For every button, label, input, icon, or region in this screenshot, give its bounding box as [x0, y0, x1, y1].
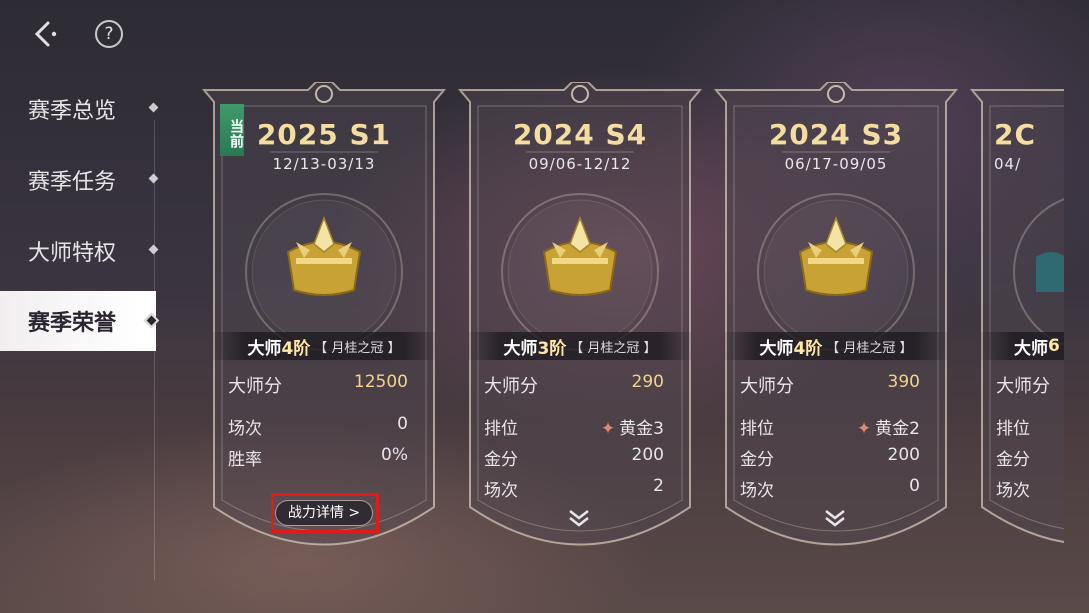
crown-name: 【 月桂之冠 】	[570, 340, 657, 356]
stat-row: 胜率 0%	[228, 445, 408, 470]
sidebar-item-season-overview[interactable]: 赛季总览	[0, 73, 160, 144]
row-value: ✦ 黄金3	[601, 414, 664, 439]
rank-prefix: 大师	[503, 338, 538, 359]
master-score-row: 大师分 290	[484, 372, 664, 398]
rank-band: 大师 6	[978, 332, 1064, 360]
season-cards-carousel[interactable]: 当前 2025 S1 12/13-03/13 大师 4阶【 月桂之冠 】 大师分 …	[200, 82, 1064, 582]
stat-row: 场次 2	[484, 476, 664, 501]
rank-band: 大师 4阶【 月桂之冠 】	[210, 332, 438, 360]
row-label: 大师分	[996, 376, 1050, 397]
rank-level: 4阶	[793, 338, 823, 359]
row-label: 金分	[484, 450, 518, 470]
row-label: 金分	[996, 450, 1030, 470]
gold-rank-medal-icon: ✦	[600, 419, 616, 439]
rank-prefix: 大师	[759, 338, 794, 359]
row-label: 排位	[996, 419, 1030, 439]
help-icon: ?	[104, 24, 114, 44]
sidebar: 赛季总览 赛季任务 大师特权 赛季荣誉	[0, 73, 160, 356]
season-card[interactable]: 2024 S3 06/17-09/05 大师 4阶【 月桂之冠 】 大师分 390…	[712, 82, 960, 572]
sidebar-item-label: 大师特权	[28, 240, 117, 266]
rank-value: 黄金3	[619, 419, 664, 439]
stat-row: 金分	[996, 445, 1064, 470]
master-score-row: 大师分	[996, 372, 1064, 398]
rank-value: 黄金2	[875, 419, 920, 439]
crown-name: 【 月桂之冠 】	[314, 340, 401, 356]
season-card[interactable]: 2024 S4 09/06-12/12 大师 3阶【 月桂之冠 】 大师分 290…	[456, 82, 704, 572]
stat-row: 金分 200	[740, 445, 920, 470]
diamond-icon	[143, 312, 160, 329]
stat-row: 场次 0	[740, 476, 920, 501]
diamond-icon	[148, 173, 159, 184]
stat-row: 场次 0	[228, 414, 408, 439]
row-value: ✦ 黄金2	[857, 414, 920, 439]
laurel-crown-icon	[286, 215, 362, 296]
stat-row: 排位 ✦ 黄金2	[740, 414, 920, 439]
crown-name: 【 月桂之冠 】	[826, 340, 913, 356]
row-label: 大师分	[228, 376, 282, 397]
season-title: 2024 S4	[512, 118, 648, 151]
rank-level: 3阶	[537, 338, 567, 359]
row-label: 场次	[996, 481, 1030, 501]
season-dates: 12/13-03/13	[272, 155, 376, 173]
row-value: 0	[909, 476, 920, 496]
row-value: 2	[653, 476, 664, 496]
row-value: 0	[397, 414, 408, 434]
season-title: 2C	[994, 118, 1037, 151]
row-value: 200	[631, 445, 664, 465]
rank-level: 4阶	[281, 338, 311, 359]
gold-rank-medal-icon: ✦	[856, 419, 872, 439]
highlight-box	[271, 493, 379, 533]
sidebar-item-season-honors[interactable]: 赛季荣誉	[0, 291, 160, 351]
sidebar-item-season-tasks[interactable]: 赛季任务	[0, 144, 160, 215]
season-dates: 04/	[994, 155, 1022, 173]
row-label: 场次	[740, 481, 774, 501]
season-title: 2025 S1	[256, 118, 392, 151]
row-value: 200	[887, 445, 920, 465]
season-card[interactable]: 2C 04/ 大师 6 大师分 排位 金分 场次	[968, 82, 1064, 572]
stat-row: 排位 ✦ 黄金3	[484, 414, 664, 439]
season-dates: 09/06-12/12	[528, 155, 632, 173]
diamond-icon	[148, 244, 159, 255]
help-button[interactable]: ?	[95, 20, 123, 48]
season-card[interactable]: 当前 2025 S1 12/13-03/13 大师 4阶【 月桂之冠 】 大师分 …	[200, 82, 448, 572]
back-arrow-icon	[34, 21, 57, 47]
season-dates: 06/17-09/05	[784, 155, 888, 173]
row-value: 290	[631, 372, 664, 392]
laurel-crown-icon	[798, 215, 874, 296]
sidebar-item-label: 赛季荣誉	[28, 311, 117, 336]
row-label: 胜率	[228, 450, 262, 470]
sidebar-item-label: 赛季总览	[28, 98, 117, 124]
row-value: 0%	[381, 445, 408, 465]
rank-band: 大师 4阶【 月桂之冠 】	[722, 332, 950, 360]
row-value: 12500	[353, 372, 408, 392]
back-button[interactable]	[28, 18, 64, 50]
row-label: 场次	[484, 481, 518, 501]
emblem-icon	[1036, 252, 1064, 292]
stat-row: 排位	[996, 414, 1064, 439]
season-title: 2024 S3	[768, 118, 904, 151]
stat-row: 金分 200	[484, 445, 664, 470]
rank-prefix: 大师	[247, 338, 282, 359]
row-label: 大师分	[740, 376, 794, 397]
sidebar-item-master-privileges[interactable]: 大师特权	[0, 215, 160, 286]
rank-level: 6	[1048, 336, 1060, 356]
master-score-row: 大师分 12500	[228, 372, 408, 398]
row-label: 大师分	[484, 376, 538, 397]
double-chevron-down-icon[interactable]	[822, 508, 848, 528]
row-label: 排位	[740, 419, 774, 439]
master-score-row: 大师分 390	[740, 372, 920, 398]
rank-prefix: 大师	[1014, 338, 1048, 359]
sidebar-item-label: 赛季任务	[28, 169, 117, 195]
double-chevron-down-icon[interactable]	[566, 508, 592, 528]
diamond-icon	[148, 102, 159, 113]
stat-row: 场次	[996, 476, 1064, 501]
row-label: 排位	[484, 419, 518, 439]
row-value: 390	[887, 372, 920, 392]
laurel-crown-icon	[542, 215, 618, 296]
row-label: 场次	[228, 419, 262, 439]
row-label: 金分	[740, 450, 774, 470]
rank-band: 大师 3阶【 月桂之冠 】	[466, 332, 694, 360]
